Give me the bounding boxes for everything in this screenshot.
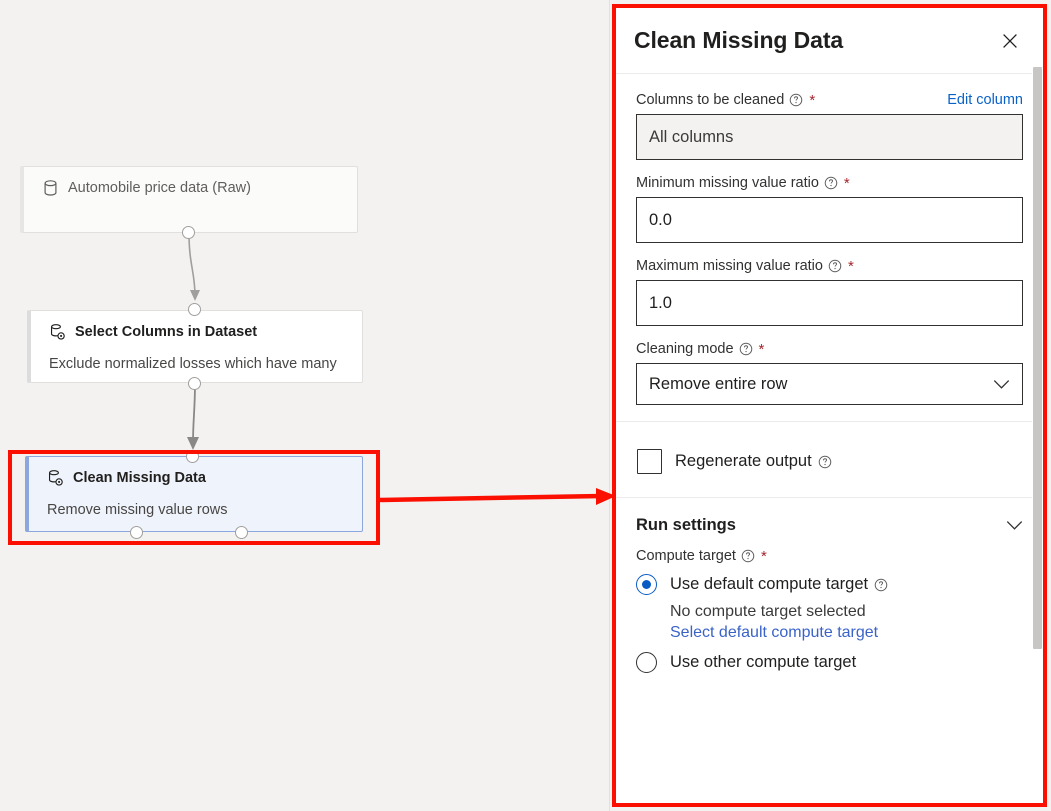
module-properties-panel-frame: Clean Missing Data Columns to be cleaned <box>612 4 1047 807</box>
panel-scrollbar[interactable] <box>1032 8 1043 803</box>
regenerate-output-section: Regenerate output <box>616 422 1043 498</box>
module-cylinder-gear-icon <box>50 324 65 340</box>
regenerate-output-row[interactable]: Regenerate output <box>636 440 1023 483</box>
field-label: Columns to be cleaned * <box>636 92 815 108</box>
required-asterisk: * <box>809 91 816 109</box>
run-settings-header[interactable]: Run settings <box>636 516 1023 535</box>
node-output-port[interactable] <box>188 377 201 390</box>
node-title: Select Columns in Dataset <box>75 324 258 340</box>
chevron-down-icon <box>993 379 1010 389</box>
field-label-text: Columns to be cleaned <box>636 92 785 108</box>
maximum-missing-value-ratio-input[interactable]: 1.0 <box>636 280 1023 326</box>
field-maximum-missing-value-ratio: Maximum missing value ratio * 1.0 <box>636 258 1023 326</box>
pipeline-connectors <box>187 232 200 450</box>
node-title-row: Select Columns in Dataset <box>49 323 346 341</box>
regenerate-output-label-text: Regenerate output <box>675 452 812 470</box>
regenerate-output-label: Regenerate output <box>675 452 832 471</box>
field-cleaning-mode: Cleaning mode * Remove entire row <box>636 341 1023 405</box>
required-asterisk: * <box>758 340 765 358</box>
cleaning-mode-value: Remove entire row <box>649 374 788 393</box>
node-input-port[interactable] <box>188 303 201 316</box>
field-label-text: Cleaning mode <box>636 341 734 357</box>
compute-target-label-text: Compute target <box>636 548 736 564</box>
field-label-text: Maximum missing value ratio <box>636 258 823 274</box>
field-label: Maximum missing value ratio * <box>636 258 854 274</box>
radio-label: Use other compute target <box>670 653 856 672</box>
radio-label-text: Use other compute target <box>670 653 857 671</box>
required-asterisk: * <box>843 174 850 192</box>
run-settings-section: Run settings Compute target * Use defaul… <box>616 498 1043 687</box>
chevron-down-icon[interactable] <box>1006 520 1023 531</box>
help-circle-icon[interactable] <box>741 549 755 563</box>
field-label-row: Columns to be cleaned * Edit column <box>636 92 1023 108</box>
pipeline-node-automobile-price-data-raw[interactable]: Automobile price data (Raw) <box>20 166 358 233</box>
module-properties-panel: Clean Missing Data Columns to be cleaned <box>616 8 1043 803</box>
regenerate-output-checkbox[interactable] <box>637 449 662 474</box>
help-circle-icon[interactable] <box>818 455 832 469</box>
compute-target-label: Compute target * <box>636 548 1023 564</box>
maximum-missing-value-ratio-value: 1.0 <box>649 293 672 312</box>
dataset-cylinder-icon <box>44 180 57 196</box>
field-label: Minimum missing value ratio * <box>636 175 850 191</box>
radio-button[interactable] <box>636 652 657 673</box>
select-default-compute-target-link[interactable]: Select default compute target <box>670 624 1023 642</box>
field-columns-to-be-cleaned: Columns to be cleaned * Edit column All … <box>636 92 1023 160</box>
close-icon <box>1003 33 1017 48</box>
field-label-text: Minimum missing value ratio <box>636 175 819 191</box>
screen-root: Automobile price data (Raw) Select Colum… <box>0 0 1051 811</box>
run-settings-title: Run settings <box>636 516 736 534</box>
radio-use-default-compute-target[interactable]: Use default compute target <box>636 574 1023 595</box>
no-compute-target-selected-text: No compute target selected <box>670 603 866 620</box>
page-title: Clean Missing Data <box>634 27 844 53</box>
annotation-arrow <box>377 488 616 505</box>
field-label-row: Maximum missing value ratio * <box>636 258 1023 274</box>
annotation-highlight-box <box>8 450 380 545</box>
help-circle-icon[interactable] <box>739 342 753 356</box>
help-circle-icon[interactable] <box>874 578 888 592</box>
canvas-right-edge <box>609 0 610 811</box>
columns-to-be-cleaned-value[interactable]: All columns <box>636 114 1023 160</box>
radio-use-other-compute-target[interactable]: Use other compute target <box>636 652 1023 673</box>
panel-body: Columns to be cleaned * Edit column All … <box>616 74 1043 687</box>
radio-label: Use default compute target <box>670 575 888 594</box>
field-label-row: Minimum missing value ratio * <box>636 175 1023 191</box>
node-comment: Exclude normalized losses which have man… <box>49 356 337 372</box>
pipeline-canvas[interactable]: Automobile price data (Raw) Select Colum… <box>0 0 612 811</box>
edit-column-link[interactable]: Edit column <box>947 92 1023 108</box>
radio-label-text: Use default compute target <box>670 575 869 593</box>
help-circle-icon[interactable] <box>824 176 838 190</box>
required-asterisk: * <box>760 547 767 565</box>
cleaning-mode-dropdown[interactable]: Remove entire row <box>636 363 1023 405</box>
node-title: Automobile price data (Raw) <box>68 180 251 196</box>
node-output-port[interactable] <box>182 226 195 239</box>
required-asterisk: * <box>847 257 854 275</box>
close-button[interactable] <box>995 26 1025 56</box>
node-title-row: Automobile price data (Raw) <box>42 179 341 197</box>
parameters-section: Columns to be cleaned * Edit column All … <box>616 74 1043 422</box>
help-circle-icon[interactable] <box>828 259 842 273</box>
field-minimum-missing-value-ratio: Minimum missing value ratio * 0.0 <box>636 175 1023 243</box>
field-label: Cleaning mode * <box>636 341 764 357</box>
panel-header: Clean Missing Data <box>616 8 1043 74</box>
field-label-row: Cleaning mode * <box>636 341 1023 357</box>
columns-to-be-cleaned-text: All columns <box>649 127 734 146</box>
minimum-missing-value-ratio-input[interactable]: 0.0 <box>636 197 1023 243</box>
pipeline-node-select-columns-in-dataset[interactable]: Select Columns in Dataset Exclude normal… <box>27 310 363 383</box>
help-circle-icon[interactable] <box>789 93 803 107</box>
radio-button[interactable] <box>636 574 657 595</box>
minimum-missing-value-ratio-value: 0.0 <box>649 210 672 229</box>
panel-scrollbar-thumb[interactable] <box>1033 67 1042 649</box>
